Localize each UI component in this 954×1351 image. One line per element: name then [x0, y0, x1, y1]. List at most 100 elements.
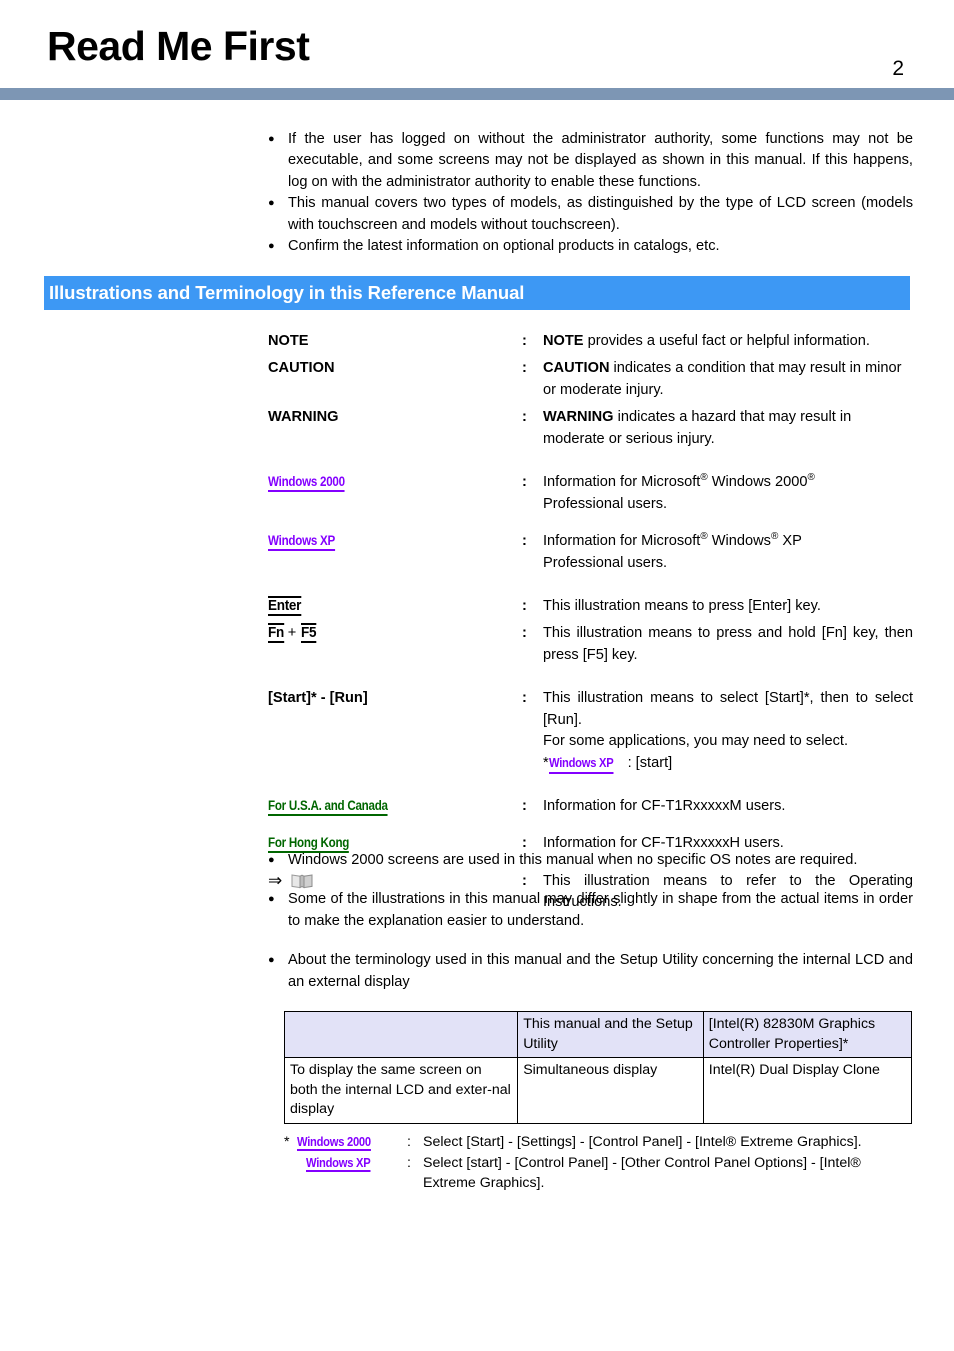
description-fn-f5: This illustration means to press and hol… — [543, 625, 913, 663]
colon-separator: : — [522, 333, 527, 349]
windows-2000-badge: Windows 2000 — [268, 474, 345, 493]
table-header-row: This manual and the Setup Utility [Intel… — [283, 1010, 913, 1059]
description-start-run-line2: For some applications, you may need to s… — [543, 733, 849, 750]
windows-xp-badge: Windows XP — [306, 1155, 371, 1172]
desc-wxp-part4: Professional users. — [543, 554, 668, 571]
list-item: About the terminology used in this manua… — [268, 950, 913, 993]
colon-separator: : — [522, 474, 527, 491]
registered-mark: ® — [807, 472, 815, 484]
description-windows-2000: Information for Microsoft® Windows 2000®… — [543, 472, 913, 515]
colon-separator: : — [522, 625, 527, 642]
desc-wxp-part3: XP — [778, 533, 802, 550]
definition-row-usa-canada: For U.S.A. and Canada : Information for … — [268, 796, 913, 817]
table-cell-description: To display the same screen on both the i… — [283, 1057, 519, 1124]
description-start-run: This illustration means to select [Start… — [543, 688, 913, 774]
term-start-run: [Start]* - [Run] — [268, 690, 368, 707]
description-caution: CAUTION indicates a condition that may r… — [543, 358, 913, 401]
description-start-run-line1: This illustration means to select [Start… — [543, 690, 913, 728]
term-windows-2000: Windows 2000 — [268, 472, 522, 493]
colon-separator: : — [522, 360, 527, 377]
header-rule — [0, 88, 954, 100]
desc-wxp-part1: Information for Microsoft — [543, 533, 701, 550]
term-windows-xp: Windows XP — [268, 531, 522, 552]
page-title: Read Me First — [47, 23, 310, 69]
footnote-windows-2000-badge-wrap: Windows 2000 — [297, 1132, 407, 1153]
term-warning: WARNING — [268, 409, 339, 426]
footnote-windows-xp-text: Select [start] - [Control Panel] - [Othe… — [423, 1154, 861, 1171]
page-header: Read Me First 2 — [0, 0, 954, 100]
footnote-block: * Windows 2000 : Select [Start] - [Setti… — [284, 1132, 912, 1194]
desc-w2k-part1: Information for Microsoft — [543, 474, 701, 491]
plus-sign: + — [287, 625, 297, 642]
section-heading-bar: Illustrations and Terminology in this Re… — [44, 276, 910, 310]
description-enter-key: This illustration means to press [Enter]… — [543, 597, 821, 614]
windows-xp-badge-inline: Windows XP — [548, 753, 613, 774]
list-item: If the user has logged on without the ad… — [268, 129, 913, 193]
description-note: NOTE provides a useful fact or helpful i… — [543, 331, 913, 352]
colon-separator: : — [522, 690, 527, 707]
terminology-comparison-table: This manual and the Setup Utility [Intel… — [283, 1010, 913, 1124]
footnote-row-windows-2000: * Windows 2000 : Select [Start] - [Setti… — [284, 1132, 912, 1153]
registered-mark: ® — [700, 531, 708, 543]
desc-wxp-part2: Windows — [707, 533, 771, 550]
table-header-cell-manual: This manual and the Setup Utility — [517, 1010, 704, 1059]
term-caution: CAUTION — [268, 360, 335, 377]
colon-separator: : — [522, 798, 527, 814]
definition-row-fn-f5: Fn + F5 : This illustration means to press… — [268, 623, 913, 666]
list-item: Confirm the latest information on option… — [268, 236, 913, 257]
colon-separator: : — [407, 1134, 411, 1150]
footnote-windows-xp-text-continued: Extreme Graphics]. — [423, 1175, 545, 1192]
description-warning: WARNING indicates a hazard that may resu… — [543, 407, 913, 450]
enter-keycap: Enter — [268, 595, 302, 616]
term-note: NOTE — [268, 333, 309, 349]
colon-separator: : — [522, 597, 527, 614]
description-windows-xp: Information for Microsoft® Windows® XP Pr… — [543, 531, 913, 574]
definition-row-windows-2000: Windows 2000 : Information for Microsoft… — [268, 472, 913, 515]
registered-mark: ® — [700, 472, 708, 484]
page-number: 2 — [892, 57, 904, 80]
footnote-windows-2000-text: Select [Start] - [Settings] - [Control P… — [423, 1134, 862, 1150]
footnote-star: * — [543, 754, 549, 771]
list-item: Some of the illustrations in this manual… — [268, 889, 913, 932]
definition-row-note: NOTE : NOTE provides a useful fact or he… — [268, 331, 913, 352]
windows-xp-badge: Windows XP — [268, 533, 335, 551]
description-start-run-line3-rest: : [start] — [627, 754, 673, 771]
description-caution-keyword: CAUTION — [543, 360, 610, 377]
list-item: Windows 2000 screens are used in this ma… — [268, 850, 913, 871]
description-usa-canada: Information for CF-T1RxxxxxM users. — [543, 798, 786, 814]
term-fn-f5: Fn + F5 — [268, 623, 522, 644]
lower-bullet-list: Windows 2000 screens are used in this ma… — [268, 850, 913, 993]
description-start-run-line3: *Windows XP : [start] — [543, 753, 913, 774]
definition-row-caution: CAUTION : CAUTION indicates a condition … — [268, 358, 913, 401]
footnote-row-windows-xp: Windows XP : Select [start] - [Control P… — [284, 1153, 912, 1174]
windows-2000-badge: Windows 2000 — [297, 1134, 371, 1152]
for-usa-canada-badge: For U.S.A. and Canada — [268, 798, 388, 816]
definition-row-start-run: [Start]* - [Run] : This illustration mea… — [268, 688, 913, 774]
list-item: This manual covers two types of models, … — [268, 193, 913, 236]
desc-w2k-part3: Professional users. — [543, 495, 668, 512]
intro-bullet-list: If the user has logged on without the ad… — [268, 129, 913, 258]
colon-separator: : — [522, 409, 527, 426]
footnote-windows-xp-badge-wrap: Windows XP — [297, 1153, 407, 1174]
table-row: To display the same screen on both the i… — [283, 1057, 913, 1124]
description-note-keyword: NOTE — [543, 333, 584, 349]
colon-separator: : — [522, 533, 527, 550]
desc-w2k-part2: Windows 2000 — [707, 474, 808, 491]
footnote-star: * — [284, 1134, 290, 1150]
term-usa-canada: For U.S.A. and Canada — [268, 796, 522, 817]
table-header-cell-intel: [Intel(R) 82830M Graphics Controller Pro… — [702, 1010, 913, 1059]
fn-keycap: Fn — [268, 623, 284, 644]
description-note-text: provides a useful fact or helpful inform… — [583, 333, 870, 349]
colon-separator: : — [407, 1154, 411, 1171]
terminology-definition-list: NOTE : NOTE provides a useful fact or he… — [268, 331, 913, 914]
description-warning-keyword: WARNING — [543, 409, 614, 426]
table-cell-intel-term: Intel(R) Dual Display Clone — [702, 1057, 913, 1124]
definition-row-enter-key: Enter : This illustration means to press… — [268, 595, 913, 617]
term-enter-key: Enter — [268, 595, 522, 617]
